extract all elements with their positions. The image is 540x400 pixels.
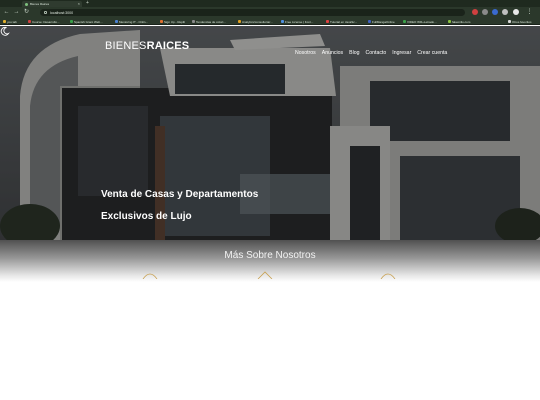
address-bar[interactable]: localhost:3000: [40, 9, 465, 16]
bookmark-icon: [3, 20, 6, 23]
logo-text-thin: BIENES: [105, 40, 147, 52]
bookmark-item[interactable]: Tutorial en JavaSc...: [326, 19, 357, 24]
hero-headline-line-2: Exclusivos de Lujo: [101, 211, 192, 222]
bookmark-icon: [403, 20, 406, 23]
security-feature-icon: [142, 273, 158, 279]
main-navigation: Nosotros Anuncios Blog Contacto Ingresar…: [295, 50, 447, 56]
bookmark-item[interactable]: VIDEO WR+Letrado...: [403, 19, 437, 24]
bookmark-icon: [28, 20, 31, 23]
folder-icon: [508, 20, 511, 23]
url-text: localhost:3000: [50, 10, 74, 15]
bookmark-item[interactable]: Sign Up - Replit: [160, 19, 185, 24]
bookmark-item[interactable]: Otros favoritos: [508, 19, 532, 24]
section-title: Más Sobre Nosotros: [224, 250, 316, 261]
bookmark-icon: [326, 20, 329, 23]
favicon-icon: [25, 2, 28, 6]
back-icon[interactable]: ←: [3, 9, 10, 16]
bookmark-item[interactable]: you tab: [3, 19, 17, 24]
forward-icon[interactable]: →: [13, 9, 20, 16]
menu-kebab-icon[interactable]: ⋮: [526, 9, 533, 16]
time-feature-icon: [380, 273, 396, 279]
nav-link-ingresar[interactable]: Ingresar: [392, 50, 411, 56]
bookmark-item[interactable]: Course: Desarrollo...: [28, 19, 60, 24]
hero-overlay: [0, 26, 540, 240]
bookmark-icon: [368, 20, 371, 23]
bookmark-item[interactable]: Spanish Grant Web...: [70, 19, 103, 24]
profile-avatar-icon[interactable]: [513, 9, 519, 15]
nav-link-contacto[interactable]: Contacto: [366, 50, 387, 56]
extension-icon[interactable]: [472, 9, 478, 15]
bookmark-item[interactable]: Free License | Font...: [281, 19, 313, 24]
browser-tab-strip: Bienes Raices × +: [0, 0, 540, 7]
dark-mode-moon-icon[interactable]: [0, 26, 10, 36]
browser-toolbar: ← → ↻ localhost:3000 ⋮: [0, 7, 540, 18]
bookmark-icon: [192, 20, 195, 23]
bookmark-icon: [238, 20, 241, 23]
nav-link-nosotros[interactable]: Nosotros: [295, 50, 316, 56]
bookmark-item[interactable]: Tendencias de colori...: [192, 19, 226, 24]
bookmark-item[interactable]: fakemilio.com: [448, 19, 470, 24]
site-logo[interactable]: BIENESRAICES: [105, 40, 189, 52]
logo-text-bold: RAICES: [146, 40, 190, 52]
site-info-icon[interactable]: [44, 11, 47, 14]
price-feature-icon: [257, 271, 273, 279]
bookmark-item[interactable]: FullMangaOnline: [368, 19, 395, 24]
bookmark-icon: [70, 20, 73, 23]
bookmarks-bar: you tab Course: Desarrollo... Spanish Gr…: [0, 18, 540, 25]
tab-title: Bienes Raices: [30, 2, 50, 6]
extension-icon[interactable]: [482, 9, 488, 15]
bookmark-item[interactable]: Mentoring IT - Onlin...: [115, 19, 148, 24]
new-tab-icon[interactable]: +: [86, 0, 89, 7]
reload-icon[interactable]: ↻: [23, 9, 30, 16]
hero-headline-line-1: Venta de Casas y Departamentos: [101, 189, 259, 200]
bookmark-icon: [448, 20, 451, 23]
extension-icon[interactable]: [492, 9, 498, 15]
nav-link-crear-cuenta[interactable]: Crear cuenta: [417, 50, 447, 56]
bookmark-icon: [160, 20, 163, 23]
nav-link-anuncios[interactable]: Anuncios: [322, 50, 343, 56]
hero-section: BIENESRAICES Nosotros Anuncios Blog Cont…: [0, 26, 540, 240]
extensions-puzzle-icon[interactable]: [502, 9, 508, 15]
hero-headline: Venta de Casas y Departamentos Exclusivo…: [101, 184, 258, 228]
nav-link-blog[interactable]: Blog: [349, 50, 359, 56]
bookmark-item[interactable]: Analytics/consultoria/...: [238, 19, 273, 24]
bookmark-icon: [115, 20, 118, 23]
bookmark-icon: [281, 20, 284, 23]
